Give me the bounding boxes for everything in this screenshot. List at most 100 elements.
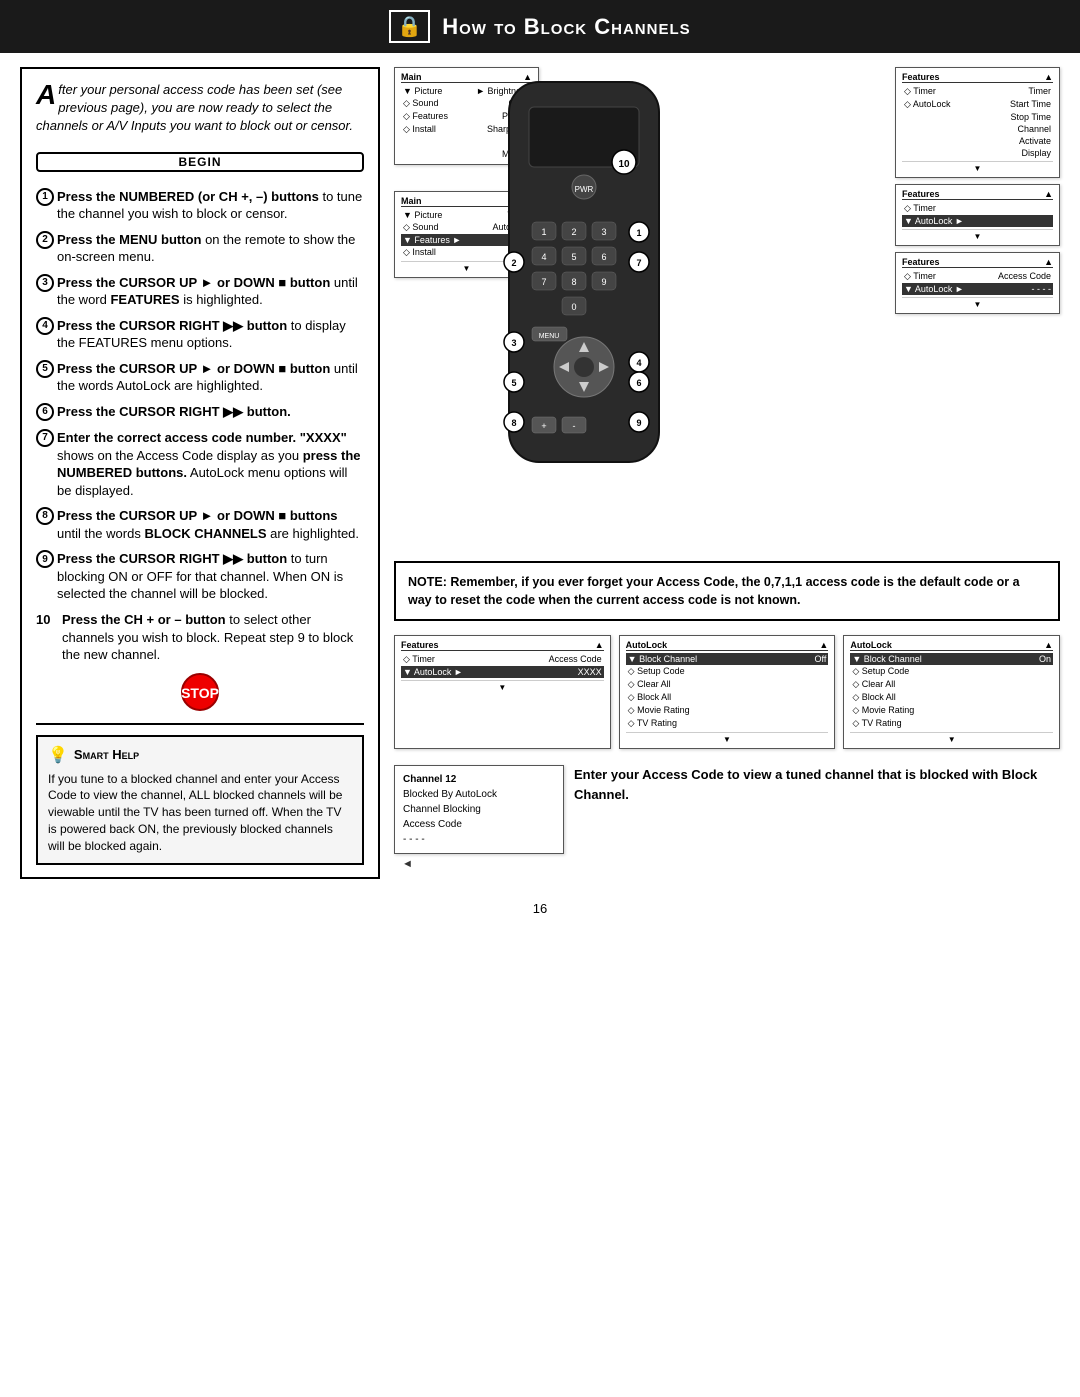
svg-text:9: 9 (601, 277, 606, 287)
note-box: NOTE: Remember, if you ever forget your … (394, 561, 1060, 621)
step-3-text: Press the CURSOR UP ► or DOWN ■ button u… (57, 274, 364, 309)
menu-item: ◇ Block All (626, 691, 829, 704)
svg-text:MENU: MENU (539, 333, 560, 340)
remote-svg: PWR 1 2 3 4 5 (454, 77, 714, 517)
svg-text:2: 2 (511, 258, 516, 268)
step-3: 3 Press the CURSOR UP ► or DOWN ■ button… (36, 274, 364, 309)
step-2-text: Press the MENU button on the remote to s… (57, 231, 364, 266)
right-menus: Features▲ ◇ TimerTimer ◇ AutoLockStart T… (895, 67, 1060, 314)
right-column: Main▲ ▼ Picture► Brightness ◇ SoundColor… (380, 67, 1060, 879)
stop-icon-area: STOP (36, 672, 364, 715)
step-10-text: Press the CH + or – button to select oth… (62, 611, 364, 664)
channel-info-box: Channel 12 Blocked By AutoLock Channel B… (394, 765, 564, 854)
step-5-number: 5 (36, 360, 54, 378)
menu-item: ◇ TV Rating (626, 717, 829, 730)
left-column: After your personal access code has been… (20, 67, 380, 879)
menu-item: ◇ Clear All (626, 678, 829, 691)
page-number: 16 (0, 893, 1080, 920)
menu-item: ◇ AutoLockStart Time (902, 98, 1053, 111)
features-access-title: Features▲ (401, 640, 604, 651)
menu-item: ◇ Setup Code (850, 665, 1053, 678)
step-10-number: 10 (36, 611, 58, 629)
svg-text:3: 3 (511, 338, 516, 348)
svg-text:9: 9 (636, 418, 641, 428)
channel-line1: Channel 12 (403, 772, 555, 787)
intro-text: After your personal access code has been… (36, 81, 364, 136)
features-title-3: Features▲ (902, 257, 1053, 268)
smart-help-box: 💡 Smart Help If you tune to a blocked ch… (36, 735, 364, 865)
menu-item: Display (902, 147, 1053, 159)
step-5: 5 Press the CURSOR UP ► or DOWN ■ button… (36, 360, 364, 395)
bottom-row: Channel 12 Blocked By AutoLock Channel B… (394, 765, 1060, 870)
menu-item-autolock-selected: ▼ AutoLock ►- - - - (902, 283, 1053, 295)
menu-item: ◇ Setup Code (626, 665, 829, 678)
features-menu-1: Features▲ ◇ TimerTimer ◇ AutoLockStart T… (895, 67, 1060, 178)
channel-line5: - - - - (403, 832, 555, 847)
autolock-off-title: AutoLock▲ (626, 640, 829, 651)
remote-svg-container: PWR 1 2 3 4 5 (454, 77, 704, 517)
step-4-text: Press the CURSOR RIGHT ▶▶ button to disp… (57, 317, 364, 352)
autolock-on-title: AutoLock▲ (850, 640, 1053, 651)
svg-text:STOP: STOP (181, 685, 219, 701)
menu-item: Activate (902, 135, 1053, 147)
menu-item: ◇ TimerAccess Code (401, 653, 604, 666)
menu-item: Channel (902, 123, 1053, 135)
menu-item: ◇ Movie Rating (626, 704, 829, 717)
step-2-number: 2 (36, 231, 54, 249)
features-access-menu: Features▲ ◇ TimerAccess Code ▼ AutoLock … (394, 635, 611, 749)
svg-text:0: 0 (571, 302, 576, 312)
menu-item: ◇ TimerAccess Code (902, 270, 1053, 283)
svg-text:6: 6 (636, 378, 641, 388)
svg-text:5: 5 (571, 252, 576, 262)
step-1: 1 Press the NUMBERED (or CH +, –) button… (36, 188, 364, 223)
autolock-off-menu: AutoLock▲ ▼ Block ChannelOff ◇ Setup Cod… (619, 635, 836, 749)
autolock-on-menu: AutoLock▲ ▼ Block ChannelOn ◇ Setup Code… (843, 635, 1060, 749)
note-label: NOTE: Remember, if you ever forget your … (408, 575, 1020, 607)
menu-item: ◇ TimerTimer (902, 85, 1053, 98)
menu-item-autolock: ▼ AutoLock ► (902, 215, 1053, 227)
step-4: 4 Press the CURSOR RIGHT ▶▶ button to di… (36, 317, 364, 352)
channel-line4: Access Code (403, 817, 555, 832)
menu-item-selected: ▼ AutoLock ►XXXX (401, 666, 604, 678)
channel-info-area: Channel 12 Blocked By AutoLock Channel B… (394, 765, 564, 870)
page-title: How to Block Channels (442, 14, 690, 40)
svg-text:6: 6 (601, 252, 606, 262)
features-menu-2: Features▲ ◇ Timer ▼ AutoLock ► ▼ (895, 184, 1060, 246)
begin-badge: BEGIN (36, 152, 364, 172)
svg-text:-: - (573, 421, 576, 431)
page-header: 🔒 How to Block Channels (0, 0, 1080, 53)
svg-text:8: 8 (511, 418, 516, 428)
step-9-text: Press the CURSOR RIGHT ▶▶ button to turn… (57, 550, 364, 603)
step-9-number: 9 (36, 550, 54, 568)
svg-text:1: 1 (636, 228, 641, 238)
menu-item: ◇ TV Rating (850, 717, 1053, 730)
step-8: 8 Press the CURSOR UP ► or DOWN ■ button… (36, 507, 364, 542)
features-title-1: Features▲ (902, 72, 1053, 83)
svg-text:10: 10 (618, 159, 630, 170)
menu-item: ◇ Movie Rating (850, 704, 1053, 717)
svg-text:4: 4 (636, 358, 641, 368)
features-title-2: Features▲ (902, 189, 1053, 200)
step-7-text: Enter the correct access code number. "X… (57, 429, 364, 499)
step-6-text: Press the CURSOR RIGHT ▶▶ button. (57, 403, 291, 421)
step-7-number: 7 (36, 429, 54, 447)
step-7: 7 Enter the correct access code number. … (36, 429, 364, 499)
arrow-label: ◄ (402, 858, 413, 870)
svg-text:4: 4 (541, 252, 546, 262)
remote-area: Main▲ ▼ Picture► Brightness ◇ SoundColor… (394, 67, 1060, 547)
channel-line2: Blocked By AutoLock (403, 787, 555, 802)
svg-text:7: 7 (636, 258, 641, 268)
drop-cap: A (36, 81, 56, 109)
step-10: 10 Press the CH + or – button to select … (36, 611, 364, 664)
step-6-number: 6 (36, 403, 54, 421)
lock-icon: 🔒 (389, 10, 430, 43)
divider (36, 723, 364, 725)
menu-item-selected: ▼ Block ChannelOff (626, 653, 829, 665)
svg-text:7: 7 (541, 277, 546, 287)
bulb-icon: 💡 (48, 745, 68, 765)
step-1-text: Press the NUMBERED (or CH +, –) buttons … (57, 188, 364, 223)
smart-help-title: 💡 Smart Help (48, 745, 352, 765)
step-8-number: 8 (36, 507, 54, 525)
step-4-number: 4 (36, 317, 54, 335)
svg-text:PWR: PWR (575, 185, 594, 194)
